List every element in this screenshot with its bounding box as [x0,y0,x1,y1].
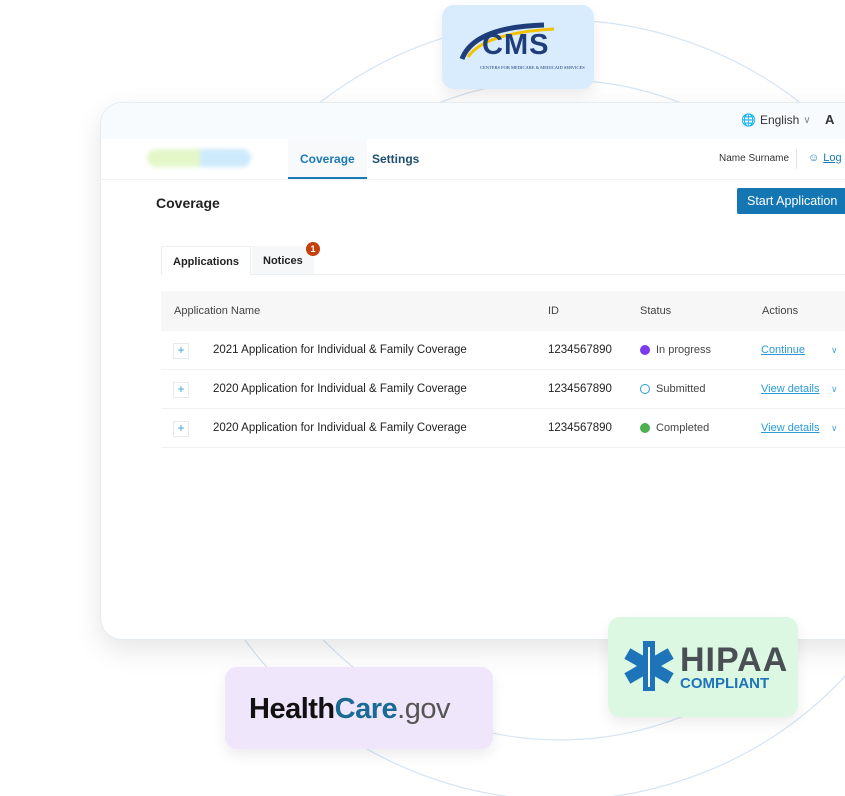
chevron-down-icon[interactable]: ∨ [831,370,838,408]
tab-notices[interactable]: Notices [252,246,314,274]
view-details-link[interactable]: View details [761,409,820,447]
nav-tab-coverage[interactable]: Coverage [288,139,367,179]
utility-bar: 🌐 English ∨ A [101,103,845,139]
logo-part-care: Care [334,693,398,725]
logout-link[interactable]: ☺ Log [808,152,842,164]
application-id: 1234567890 [548,422,612,434]
application-name: 2020 Application for Individual & Family… [213,383,467,395]
hipaa-logo-card: HIPAA COMPLIANT [608,617,798,717]
status-label: Submitted [656,383,706,395]
font-size-toggle[interactable]: A [825,112,834,127]
table-header: Application Name ID Status Actions [161,291,845,331]
page-title: Coverage [156,195,220,211]
language-label: English [759,113,800,127]
expand-plus-icon[interactable]: + [173,343,189,359]
chevron-down-icon[interactable]: ∨ [831,409,838,447]
nav-divider [796,149,797,169]
logout-label: Log [823,152,842,164]
table-row: + 2021 Application for Individual & Fami… [161,331,845,370]
application-id: 1234567890 [548,383,612,395]
header-status: Status [640,305,672,317]
in-progress-icon [640,345,650,355]
status-cell: Completed [640,409,709,447]
user-name: Name Surname [719,153,790,164]
star-of-life-icon [624,641,674,691]
status-cell: Submitted [640,370,706,408]
chevron-down-icon: ∨ [803,114,811,126]
status-cell: In progress [640,331,711,369]
application-name: 2020 Application for Individual & Family… [213,422,467,434]
globe-icon: 🌐 [741,113,756,127]
status-label: Completed [656,422,710,434]
logo-part-gov: .gov [397,693,450,725]
healthcare-gov-logo: HealthCare.gov [249,693,450,726]
brand-logo[interactable] [147,149,251,167]
expand-plus-icon[interactable]: + [173,421,189,437]
healthcare-gov-logo-card: HealthCare.gov [225,667,493,749]
application-name: 2021 Application for Individual & Family… [213,344,467,356]
chevron-down-icon[interactable]: ∨ [831,331,838,369]
notices-badge: 1 [306,242,320,256]
table-row: + 2020 Application for Individual & Fami… [161,370,845,409]
expand-plus-icon[interactable]: + [173,382,189,398]
check-circle-icon [640,423,650,433]
header-actions: Actions [762,305,799,317]
start-application-button[interactable]: Start Application [737,188,845,214]
tab-applications[interactable]: Applications [161,246,252,275]
logo-part-health: Health [249,693,335,725]
application-id: 1234567890 [548,344,612,356]
cms-logo-card: CMS CENTERS FOR MEDICARE & MEDICAID SERV… [442,5,594,89]
table-row: + 2020 Application for Individual & Fami… [161,409,845,448]
clock-icon [640,384,650,394]
header-application-name: Application Name [174,305,261,317]
app-window: 🌐 English ∨ A Coverage Settings Name Sur… [100,102,845,640]
cms-logo-subtitle: CENTERS FOR MEDICARE & MEDICAID SERVICES [480,65,585,70]
user-icon: ☺ [808,152,820,164]
header-id: ID [548,305,559,317]
language-selector[interactable]: 🌐 English ∨ [741,113,811,127]
view-details-link[interactable]: View details [761,370,820,408]
subtabs: Applications Notices [161,246,845,275]
main-navbar: Coverage Settings Name Surname ☺ Log [101,139,845,180]
status-label: In progress [656,344,712,356]
continue-link[interactable]: Continue [761,331,805,369]
nav-tab-settings[interactable]: Settings [360,139,431,179]
cms-logo-text: CMS [482,29,550,61]
applications-table: Application Name ID Status Actions + 202… [161,291,845,448]
hipaa-logo-subtitle: COMPLIANT [680,675,770,692]
